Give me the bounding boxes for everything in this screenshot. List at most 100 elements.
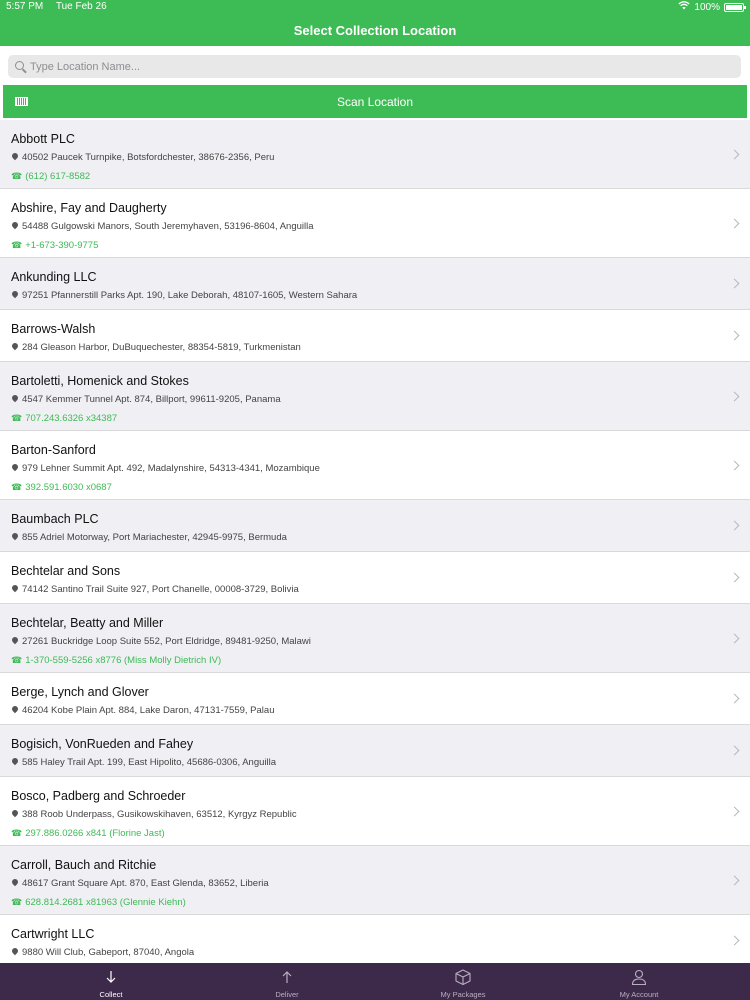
- chevron-right-icon: [729, 875, 740, 885]
- location-row[interactable]: Bechtelar, Beatty and Miller 27261 Buckri…: [0, 604, 750, 673]
- location-phone[interactable]: +1-673-390-9775: [25, 240, 98, 251]
- location-address: 4547 Kemmer Tunnel Apt. 874, Billport, 9…: [22, 394, 281, 405]
- map-pin-icon: [10, 877, 20, 887]
- search-input[interactable]: [30, 55, 730, 78]
- map-pin-icon: [10, 531, 20, 541]
- location-phone-line[interactable]: ☎ +1-673-390-9775: [11, 240, 98, 251]
- location-name: Berge, Lynch and Glover: [11, 685, 149, 699]
- location-address-line: 54488 Gulgowski Manors, South Jeremyhave…: [10, 220, 314, 232]
- location-phone[interactable]: 628.814.2681 x81963 (Glennie Kiehn): [25, 897, 186, 908]
- phone-icon: ☎: [11, 413, 23, 423]
- chevron-right-icon: [729, 935, 740, 946]
- location-phone-line[interactable]: ☎ 1-370-559-5256 x8776 (Miss Molly Dietri…: [11, 655, 221, 666]
- map-pin-icon: [10, 704, 20, 714]
- location-address-line: 979 Lehner Summit Apt. 492, Madalynshire…: [10, 462, 320, 474]
- scan-location-button[interactable]: Scan Location: [3, 85, 747, 118]
- location-phone[interactable]: (612) 617-8582: [25, 171, 90, 182]
- status-date: Tue Feb 26: [55, 1, 107, 12]
- location-address-line: 40502 Paucek Turnpike, Botsfordchester, …: [10, 151, 274, 163]
- chevron-right-icon: [729, 693, 740, 704]
- search-box[interactable]: [8, 55, 741, 78]
- location-phone-line[interactable]: ☎ 707.243.6326 x34387: [11, 413, 117, 424]
- battery-icon: [724, 2, 746, 12]
- location-phone-line[interactable]: ☎ (612) 617-8582: [11, 171, 90, 182]
- location-address-line: 388 Roob Underpass, Gusikowskihaven, 635…: [10, 808, 297, 820]
- location-row[interactable]: Abshire, Fay and Daugherty 54488 Gulgowsk…: [0, 189, 750, 258]
- location-address-line: 74142 Santino Trail Suite 927, Port Chan…: [10, 583, 299, 595]
- tab-deliver[interactable]: Deliver: [193, 963, 381, 1000]
- location-phone-line[interactable]: ☎ 392.591.6030 x0687: [11, 482, 112, 493]
- location-address-line: 46204 Kobe Plain Apt. 884, Lake Daron, 4…: [10, 704, 274, 716]
- location-phone[interactable]: 392.591.6030 x0687: [25, 482, 112, 493]
- page-title: Select Collection Location: [293, 23, 457, 38]
- chevron-right-icon: [729, 572, 740, 583]
- location-phone[interactable]: 1-370-559-5256 x8776 (Miss Molly Dietric…: [25, 655, 221, 666]
- chevron-right-icon: [729, 149, 740, 159]
- location-row[interactable]: Bosco, Padberg and Schroeder 388 Roob Und…: [0, 777, 750, 846]
- location-phone-line[interactable]: ☎ 297.886.0266 x841 (Florine Jast): [11, 828, 165, 839]
- location-name: Bartoletti, Homenick and Stokes: [11, 374, 189, 388]
- chevron-right-icon: [729, 218, 740, 228]
- location-row[interactable]: Barrows-Walsh 284 Gleason Harbor, DuBuque…: [0, 310, 750, 362]
- location-address: 48617 Grant Square Apt. 870, East Glenda…: [22, 878, 269, 889]
- location-row[interactable]: Bechtelar and Sons 74142 Santino Trail Su…: [0, 552, 750, 604]
- location-address-line: 855 Adriel Motorway, Port Mariachester, …: [10, 531, 287, 543]
- phone-icon: ☎: [11, 171, 23, 181]
- location-row[interactable]: Cartwright LLC 9880 Will Club, Gabeport, …: [0, 915, 750, 963]
- map-pin-icon: [10, 756, 20, 766]
- chevron-right-icon: [729, 330, 740, 341]
- chevron-right-icon: [729, 520, 740, 531]
- location-address: 27261 Buckridge Loop Suite 552, Port Eld…: [22, 636, 311, 647]
- location-row[interactable]: Bogisich, VonRueden and Fahey 585 Haley T…: [0, 725, 750, 777]
- arrow-down-icon: [102, 968, 120, 986]
- phone-icon: ☎: [11, 655, 23, 665]
- location-phone[interactable]: 297.886.0266 x841 (Florine Jast): [25, 828, 164, 839]
- location-name: Abbott PLC: [11, 132, 75, 146]
- map-pin-icon: [10, 808, 20, 818]
- tab-my-packages[interactable]: My Packages: [369, 963, 557, 1000]
- location-phone[interactable]: 707.243.6326 x34387: [25, 413, 117, 424]
- map-pin-icon: [10, 220, 20, 230]
- map-pin-icon: [10, 341, 20, 351]
- location-name: Bechtelar and Sons: [11, 564, 121, 578]
- scan-location-label: Scan Location: [336, 95, 414, 109]
- location-name: Baumbach PLC: [11, 512, 99, 526]
- location-address: 74142 Santino Trail Suite 927, Port Chan…: [22, 584, 299, 595]
- location-row[interactable]: Carroll, Bauch and Ritchie 48617 Grant Sq…: [0, 846, 750, 915]
- location-address-line: 27261 Buckridge Loop Suite 552, Port Eld…: [10, 635, 311, 647]
- chevron-right-icon: [729, 460, 740, 470]
- chevron-right-icon: [729, 278, 740, 289]
- phone-icon: ☎: [11, 482, 23, 492]
- location-address-line: 284 Gleason Harbor, DuBuquechester, 8835…: [10, 341, 301, 353]
- location-address: 97251 Pfannerstill Parks Apt. 190, Lake …: [22, 290, 358, 301]
- location-address-line: 97251 Pfannerstill Parks Apt. 190, Lake …: [10, 289, 358, 301]
- tab-my-account[interactable]: My Account: [545, 963, 733, 1000]
- map-pin-icon: [10, 151, 20, 161]
- location-row[interactable]: Berge, Lynch and Glover 46204 Kobe Plain …: [0, 673, 750, 725]
- location-phone-line[interactable]: ☎ 628.814.2681 x81963 (Glennie Kiehn): [11, 897, 186, 908]
- tab-collect[interactable]: Collect: [17, 963, 205, 1000]
- search-container: [0, 46, 750, 84]
- location-row[interactable]: Ankunding LLC 97251 Pfannerstill Parks Ap…: [0, 258, 750, 310]
- status-time: 5:57 PM: [6, 1, 44, 12]
- location-address: 585 Haley Trail Apt. 199, East Hipolito,…: [22, 757, 277, 768]
- location-address-line: 585 Haley Trail Apt. 199, East Hipolito,…: [10, 756, 277, 768]
- location-address-line: 4547 Kemmer Tunnel Apt. 874, Billport, 9…: [10, 393, 281, 405]
- location-row[interactable]: Barton-Sanford 979 Lehner Summit Apt. 492…: [0, 431, 750, 500]
- location-row[interactable]: Baumbach PLC 855 Adriel Motorway, Port Ma…: [0, 500, 750, 552]
- location-name: Bechtelar, Beatty and Miller: [11, 616, 164, 630]
- phone-icon: ☎: [11, 240, 23, 250]
- location-row[interactable]: Abbott PLC 40502 Paucek Turnpike, Botsfor…: [0, 120, 750, 189]
- status-bar: 5:57 PM Tue Feb 26 100%: [0, 0, 750, 14]
- map-pin-icon: [10, 393, 20, 403]
- location-name: Barrows-Walsh: [11, 322, 96, 336]
- location-name: Barton-Sanford: [11, 443, 96, 457]
- location-address: 284 Gleason Harbor, DuBuquechester, 8835…: [22, 342, 301, 353]
- arrow-up-icon: [278, 968, 296, 986]
- location-address: 54488 Gulgowski Manors, South Jeremyhave…: [22, 221, 314, 232]
- map-pin-icon: [10, 289, 20, 299]
- location-name: Cartwright LLC: [11, 927, 95, 941]
- tab-bar: Collect Deliver My Packages My Account: [0, 963, 750, 1000]
- location-row[interactable]: Bartoletti, Homenick and Stokes 4547 Kemm…: [0, 362, 750, 431]
- tab-deliver-label: Deliver: [275, 990, 299, 999]
